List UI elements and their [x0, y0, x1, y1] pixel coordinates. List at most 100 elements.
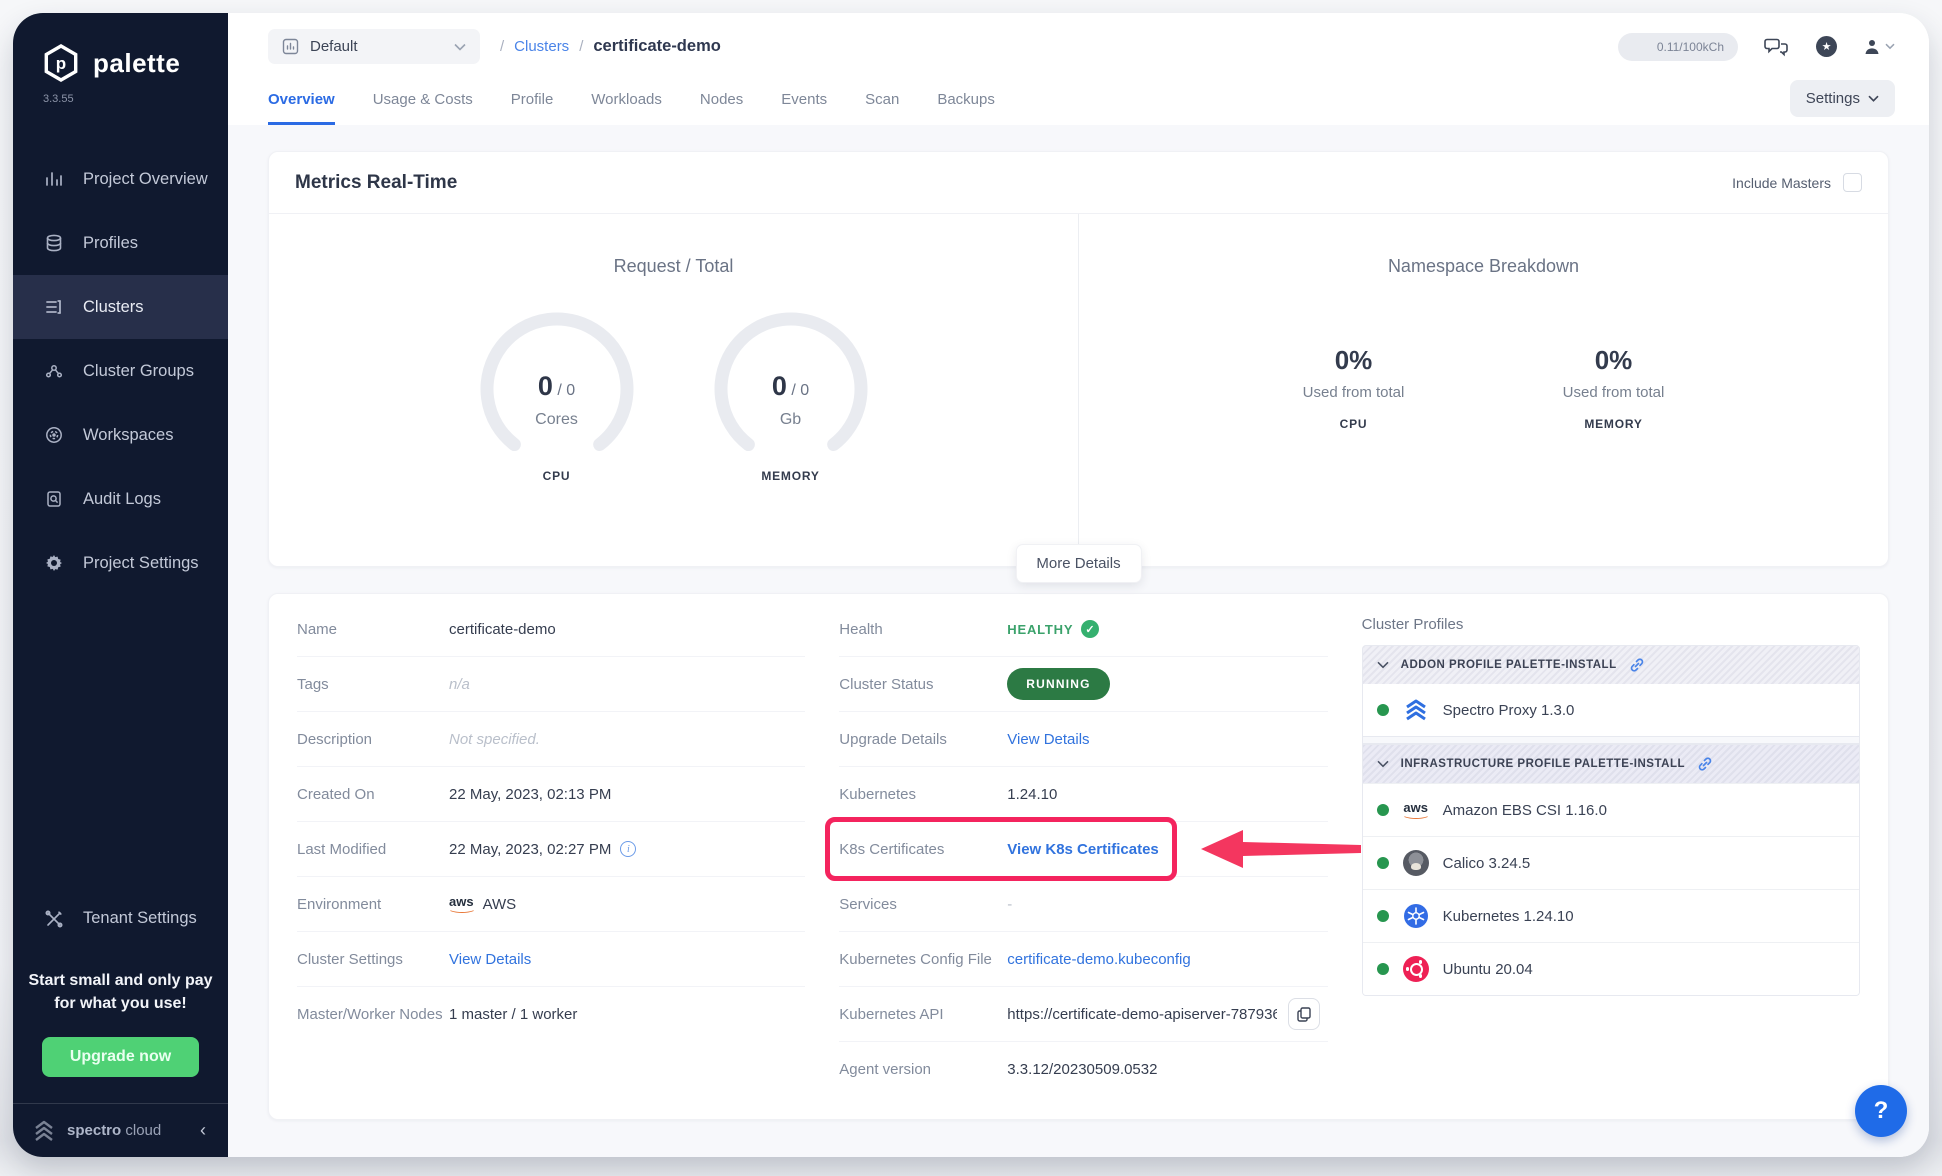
profile-item-kubernetes[interactable]: Kubernetes 1.24.10: [1363, 889, 1859, 942]
tools-icon: [43, 908, 65, 930]
tab-scan[interactable]: Scan: [865, 91, 899, 125]
include-masters-checkbox[interactable]: [1843, 173, 1862, 192]
footer-brand-light: cloud: [121, 1122, 161, 1139]
gauge-total: / 0: [791, 382, 809, 399]
gauge-request: 0: [772, 371, 787, 401]
sidebar-item-tenant-settings[interactable]: Tenant Settings: [13, 887, 228, 951]
field-label: Last Modified: [297, 841, 449, 858]
sidebar-item-project-settings[interactable]: Project Settings: [13, 531, 228, 595]
row-tags: Tags n/a: [297, 657, 805, 712]
tab-events[interactable]: Events: [781, 91, 827, 125]
footer-brand-bold: spectro: [67, 1122, 121, 1139]
chat-icon[interactable]: [1764, 36, 1790, 58]
metrics-title: Metrics Real-Time: [295, 172, 457, 194]
sidebar-item-workspaces[interactable]: Workspaces: [13, 403, 228, 467]
cluster-settings-link[interactable]: View Details: [449, 951, 531, 968]
profile-item-calico[interactable]: Calico 3.24.5: [1363, 836, 1859, 889]
chevron-down-icon: [1377, 760, 1389, 768]
field-label: Description: [297, 731, 449, 748]
aws-logo-icon: aws: [1403, 797, 1429, 823]
tab-overview[interactable]: Overview: [268, 91, 335, 125]
namespace-stats: 0% Used from total CPU 0% Used from tota…: [1284, 345, 1684, 431]
field-label: Master/Worker Nodes: [297, 1006, 449, 1023]
project-selector[interactable]: Default: [268, 29, 480, 64]
field-value: RUNNING: [1007, 668, 1109, 700]
view-k8s-certificates-link[interactable]: View K8s Certificates: [1007, 841, 1158, 858]
profile-item-name: Amazon EBS CSI 1.16.0: [1443, 802, 1607, 819]
namespace-memory-stat: 0% Used from total MEMORY: [1544, 345, 1684, 431]
namespace-breakdown-panel: Namespace Breakdown 0% Used from total C…: [1079, 214, 1888, 566]
kubeconfig-link[interactable]: certificate-demo.kubeconfig: [1007, 951, 1190, 968]
star-badge-icon[interactable]: ★: [1816, 36, 1837, 57]
cluster-profiles-panel: Cluster Profiles ADDON PROFILE PALETTE-I…: [1362, 602, 1860, 1097]
sidebar-item-cluster-groups[interactable]: Cluster Groups: [13, 339, 228, 403]
settings-button[interactable]: Settings: [1790, 80, 1895, 117]
highlight-arrow: [1201, 828, 1366, 870]
profile-item-ubuntu[interactable]: Ubuntu 20.04: [1363, 942, 1859, 995]
field-value: 22 May, 2023, 02:27 PM i: [449, 841, 636, 858]
cluster-tabs: Overview Usage & Costs Profile Workloads…: [268, 91, 995, 125]
row-kubeconfig: Kubernetes Config File certificate-demo.…: [839, 932, 1327, 987]
upgrade-now-button[interactable]: Upgrade now: [42, 1037, 199, 1077]
field-value: Not specified.: [449, 731, 540, 748]
profile-item-name: Spectro Proxy 1.3.0: [1443, 702, 1575, 719]
ubuntu-logo-icon: [1403, 956, 1429, 982]
row-created-on: Created On 22 May, 2023, 02:13 PM: [297, 767, 805, 822]
tab-workloads[interactable]: Workloads: [591, 91, 662, 125]
row-health: Health HEALTHY ✓: [839, 602, 1327, 657]
namespace-title: Namespace Breakdown: [1388, 256, 1579, 277]
health-status: HEALTHY ✓: [1007, 620, 1099, 638]
collapse-sidebar-chevron[interactable]: ‹: [200, 1120, 206, 1141]
kubernetes-logo-icon: [1403, 903, 1429, 929]
chevron-down-icon: [1868, 95, 1879, 102]
sidebar-item-profiles[interactable]: Profiles: [13, 211, 228, 275]
field-label: Created On: [297, 786, 449, 803]
tab-usage-costs[interactable]: Usage & Costs: [373, 91, 473, 125]
upgrade-details-link[interactable]: View Details: [1007, 731, 1089, 748]
field-value: 1.24.10: [1007, 786, 1057, 803]
user-menu[interactable]: [1863, 38, 1895, 56]
profile-group-addon[interactable]: ADDON PROFILE PALETTE-INSTALL: [1363, 646, 1859, 684]
stat-metric-label: MEMORY: [1544, 417, 1684, 431]
gauge-request: 0: [538, 371, 553, 401]
details-column-left: Name certificate-demo Tags n/a Descripti…: [297, 602, 805, 1097]
row-kubernetes: Kubernetes 1.24.10: [839, 767, 1327, 822]
sidebar-item-label: Project Settings: [83, 554, 199, 573]
sidebar-item-project-overview[interactable]: Project Overview: [13, 147, 228, 211]
profile-item-amazon-ebs[interactable]: aws Amazon EBS CSI 1.16.0: [1363, 783, 1859, 836]
chevron-down-icon: [454, 43, 466, 51]
help-button[interactable]: ?: [1855, 1085, 1907, 1137]
field-label: Agent version: [839, 1061, 1007, 1078]
tab-nodes[interactable]: Nodes: [700, 91, 743, 125]
profile-item-spectro-proxy[interactable]: Spectro Proxy 1.3.0: [1363, 684, 1859, 736]
aws-logo: aws: [449, 895, 474, 913]
status-dot-icon: [1377, 857, 1389, 869]
profile-group-infrastructure[interactable]: INFRASTRUCTURE PROFILE PALETTE-INSTALL: [1363, 744, 1859, 783]
breadcrumb-clusters-link[interactable]: Clusters: [514, 38, 569, 55]
last-modified-value: 22 May, 2023, 02:27 PM: [449, 841, 611, 858]
sidebar-item-label: Cluster Groups: [83, 362, 194, 381]
field-value: 3.3.12/20230509.0532: [1007, 1061, 1157, 1078]
stat-metric-label: CPU: [1284, 417, 1424, 431]
copy-icon[interactable]: [1288, 998, 1320, 1030]
cpu-gauge: 0 / 0 Cores CPU: [475, 307, 639, 497]
sidebar-item-audit-logs[interactable]: Audit Logs: [13, 467, 228, 531]
upgrade-promo: Start small and only pay for what you us…: [13, 951, 228, 1103]
tab-backups[interactable]: Backups: [937, 91, 995, 125]
row-description: Description Not specified.: [297, 712, 805, 767]
request-total-panel: Request / Total 0 / 0 Cores CPU: [269, 214, 1078, 566]
info-icon[interactable]: i: [620, 841, 636, 857]
stat-value: 0%: [1284, 345, 1424, 376]
settings-button-label: Settings: [1806, 90, 1860, 107]
more-details-button[interactable]: More Details: [1015, 544, 1141, 583]
stat-value: 0%: [1544, 345, 1684, 376]
usage-meter: 0.11/100kCh: [1618, 33, 1738, 61]
sidebar-item-clusters[interactable]: Clusters: [13, 275, 228, 339]
breadcrumb-row: Default / Clusters / certificate-demo 0.…: [268, 29, 1895, 64]
target-icon: [43, 424, 65, 446]
breadcrumb-current: certificate-demo: [593, 37, 720, 56]
link-icon: [1697, 756, 1713, 772]
row-services: Services -: [839, 877, 1327, 932]
status-badge: RUNNING: [1007, 668, 1109, 700]
tab-profile[interactable]: Profile: [511, 91, 554, 125]
